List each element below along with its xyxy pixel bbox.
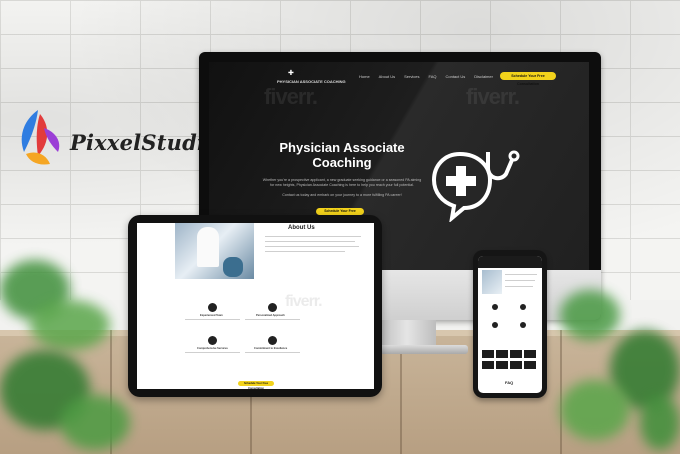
foliage [60,395,130,450]
fiverr-watermark: fiverr. [466,84,520,109]
logo-mark-icon [21,110,60,165]
nav-link-contact[interactable]: Contact Us [445,74,465,79]
feature-icon [520,304,526,310]
foliage [560,290,620,340]
website-navbar: ✚ PHYSICIAN ASSOCIATE COACHING Home Abou… [209,70,589,86]
foliage [640,395,680,450]
about-us-heading: About Us [288,225,315,231]
service-tile[interactable] [482,361,494,369]
text-line [185,319,240,321]
nav-links: Home About Us Services FAQ Contact Us Di… [359,74,493,79]
text-line [505,286,533,288]
foliage [560,380,630,440]
service-tile[interactable] [524,350,536,358]
text-line [265,236,361,238]
service-tile[interactable] [510,361,522,369]
nav-link-faq[interactable]: FAQ [428,74,436,79]
tablet-consultation-button[interactable]: Schedule Your Free Consultation [238,381,274,390]
nav-link-about[interactable]: About Us [379,74,395,79]
phone-header [478,256,542,268]
service-tile[interactable] [496,350,508,358]
hero-title: Physician Associate Coaching [279,140,405,170]
nav-link-services[interactable]: Services [404,74,419,79]
text-line [505,274,537,276]
feature-icon [520,322,526,328]
stethoscope-medical-icon [431,150,520,222]
feature-icon [492,304,498,310]
service-tile[interactable] [482,350,494,358]
doctor-photo [175,223,254,279]
feature-icon [268,303,277,312]
pixxelstudio-logo: PixxelStudio [16,104,219,172]
feature-icon [492,322,498,328]
feature-icon [208,303,217,312]
nav-link-home[interactable]: Home [359,74,370,79]
nav-consultation-button[interactable]: Schedule Your Free Consultation [500,72,556,86]
feature-label: Comprehensive Services [197,347,228,350]
text-line [245,319,300,321]
text-line [265,251,345,253]
tablet-screen [137,223,374,389]
service-tile[interactable] [524,361,536,369]
text-line [265,241,355,243]
feature-icon [208,336,217,345]
text-line [245,352,300,354]
text-line [505,280,535,282]
hero-consultation-button[interactable]: Schedule Your Free Consultation [316,208,364,220]
logo-wordmark: PixxelStudio [70,130,220,155]
phone-faq-heading: FAQ [505,380,514,385]
text-line [265,246,359,248]
service-tile[interactable] [496,361,508,369]
service-tile[interactable] [510,350,522,358]
feature-icon [268,336,277,345]
hero-paragraph: Whether you're a prospective applicant, … [262,178,422,187]
feature-label: Personalized Approach [256,314,285,317]
hero-contact-text: Contact us today and embark on your jour… [282,193,402,197]
nav-link-disclaimer[interactable]: Disclaimer [474,74,493,79]
plus-logo-icon: ✚ [288,70,294,77]
feature-label: Commitment to Excellence [254,347,288,350]
text-line [185,352,240,354]
fiverr-watermark: fiverr. [264,84,318,109]
phone-doctor-photo [482,270,502,294]
foliage [30,300,110,350]
feature-label: Experienced Team [200,314,223,317]
fiverr-watermark: fiverr. [285,293,323,310]
